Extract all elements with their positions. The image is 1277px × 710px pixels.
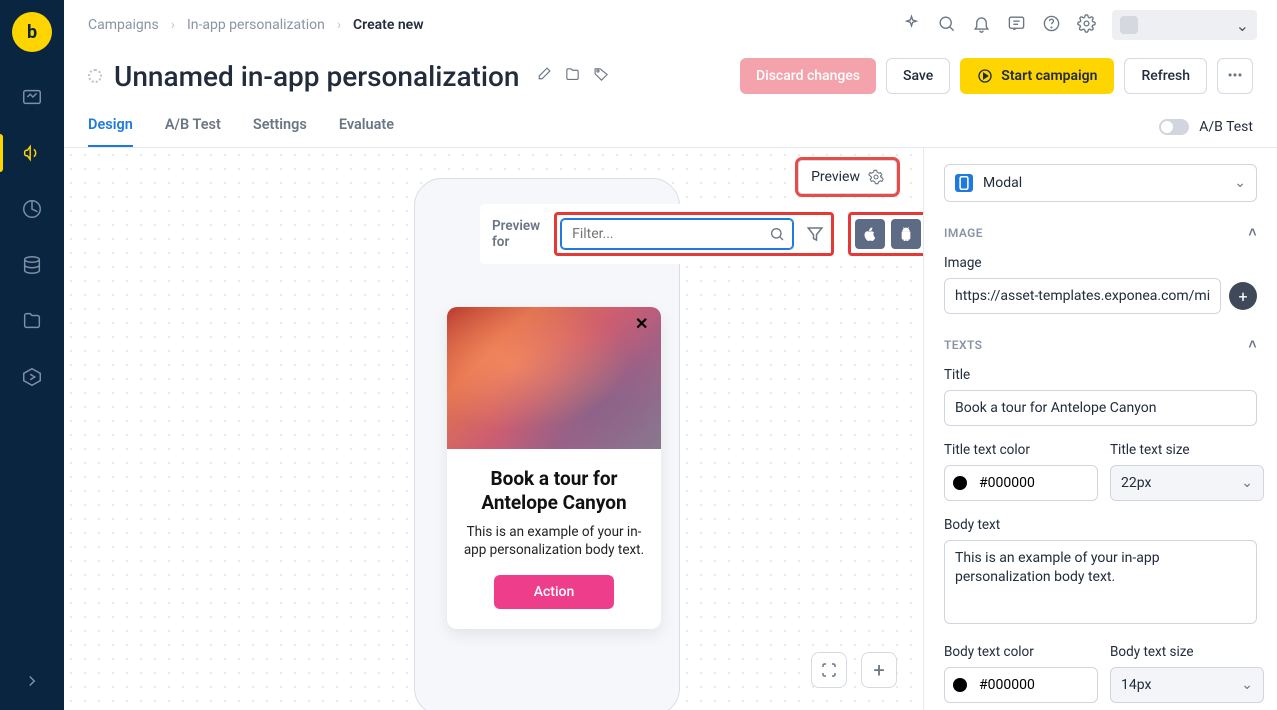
chevron-up-icon: ˄	[1248, 224, 1257, 241]
template-select-value: Modal	[983, 175, 1022, 191]
body-label: Body text	[944, 517, 1257, 533]
title-row: Unnamed in-app personalization Discard c…	[64, 50, 1277, 106]
tabs: Design A/B Test Settings Evaluate A/B Te…	[64, 106, 1277, 148]
tab-settings[interactable]: Settings	[253, 106, 307, 147]
title-input[interactable]	[944, 390, 1257, 426]
more-button[interactable]: •••	[1217, 58, 1253, 94]
save-button[interactable]: Save	[886, 58, 950, 94]
chevron-right-icon: ›	[337, 17, 341, 33]
body-color-input[interactable]: #000000	[944, 667, 1098, 703]
chat-icon[interactable]	[1007, 14, 1026, 37]
chevron-up-icon: ˄	[1248, 336, 1257, 353]
title-color-input[interactable]: #000000	[944, 465, 1098, 501]
help-icon[interactable]	[1042, 14, 1061, 37]
title-color-label: Title text color	[944, 442, 1098, 458]
filter-icon[interactable]	[803, 222, 827, 246]
color-swatch	[953, 678, 967, 692]
crumb-campaigns[interactable]: Campaigns	[88, 17, 159, 33]
body-size-label: Body text size	[1110, 644, 1264, 660]
avatar	[1120, 16, 1138, 34]
platform-android-button[interactable]	[891, 219, 921, 249]
modal-icon	[955, 174, 973, 192]
body-textarea[interactable]	[944, 540, 1257, 624]
nav-data[interactable]	[13, 246, 51, 284]
modal-title: Book a tour for Antelope Canyon	[463, 467, 645, 515]
title-size-label: Title text size	[1110, 442, 1264, 458]
start-label: Start campaign	[1001, 68, 1097, 84]
image-add-button[interactable]: +	[1229, 282, 1257, 310]
page-title: Unnamed in-app personalization	[114, 60, 519, 93]
abtest-toggle-label: A/B Test	[1199, 119, 1253, 135]
body-color-label: Body text color	[944, 644, 1098, 660]
tag-icon[interactable]	[593, 66, 610, 87]
crumb-current: Create new	[353, 17, 424, 33]
sparkle-icon[interactable]	[902, 14, 921, 37]
color-swatch	[953, 476, 967, 490]
body-size-select[interactable]: 14px ⌄	[1110, 667, 1264, 703]
topbar: Campaigns › In-app personalization › Cre…	[64, 0, 1277, 50]
app-logo: b	[12, 12, 52, 52]
nav-dashboards[interactable]	[13, 78, 51, 116]
canvas: Preview ✕ Book a tour for Antelope Canyo…	[64, 148, 923, 710]
gear-icon[interactable]	[1077, 14, 1096, 37]
status-indicator	[88, 69, 102, 83]
crumb-inapp[interactable]: In-app personalization	[187, 17, 325, 33]
filter-highlight-group	[554, 212, 834, 256]
section-texts-header[interactable]: TEXTS ˄	[944, 336, 1257, 353]
left-nav: b	[0, 0, 64, 710]
tab-design[interactable]: Design	[88, 106, 133, 147]
user-menu[interactable]: ⌄	[1112, 10, 1257, 40]
nav-analytics[interactable]	[13, 190, 51, 228]
breadcrumb: Campaigns › In-app personalization › Cre…	[88, 17, 424, 33]
modal-action-button[interactable]: Action	[494, 575, 615, 609]
nav-campaigns[interactable]	[13, 134, 51, 172]
chevron-down-icon: ⌄	[1241, 677, 1253, 693]
preview-for-label: Preview for	[492, 218, 540, 250]
search-icon[interactable]	[937, 14, 956, 37]
filter-input[interactable]	[561, 219, 793, 249]
discard-button[interactable]: Discard changes	[740, 58, 876, 94]
image-url-input[interactable]	[944, 278, 1221, 314]
platform-ios-button[interactable]	[855, 219, 885, 249]
chevron-right-icon: ›	[171, 17, 175, 33]
chevron-down-icon: ⌄	[1234, 175, 1246, 191]
search-icon	[769, 226, 785, 246]
chevron-down-icon: ⌄	[1241, 475, 1253, 491]
tab-abtest[interactable]: A/B Test	[165, 106, 221, 147]
preview-label: Preview	[811, 169, 860, 185]
code-view-button[interactable]	[811, 652, 847, 688]
close-icon[interactable]: ✕	[635, 317, 651, 333]
refresh-button[interactable]: Refresh	[1124, 58, 1207, 94]
chevron-down-icon: ⌄	[1236, 16, 1249, 35]
start-campaign-button[interactable]: Start campaign	[960, 58, 1114, 94]
platform-highlight-group	[848, 212, 923, 256]
modal-body-text: This is an example of your in-app person…	[463, 523, 645, 559]
tab-evaluate[interactable]: Evaluate	[339, 106, 394, 147]
title-label: Title	[944, 367, 1257, 383]
bell-icon[interactable]	[972, 14, 991, 37]
abtest-toggle[interactable]	[1159, 119, 1189, 135]
modal-image: ✕	[447, 307, 661, 449]
nav-assets[interactable]	[13, 302, 51, 340]
sidebar-expand[interactable]	[23, 672, 41, 694]
modal-preview: ✕ Book a tour for Antelope Canyon This i…	[447, 307, 661, 629]
image-label: Image	[944, 255, 1257, 271]
preview-filter-bar: Preview for	[480, 204, 923, 264]
title-size-select[interactable]: 22px ⌄	[1110, 465, 1264, 501]
preview-button[interactable]: Preview	[798, 160, 897, 194]
add-button[interactable]: +	[861, 652, 897, 688]
edit-icon[interactable]	[535, 66, 552, 87]
gear-icon	[868, 169, 884, 185]
template-select[interactable]: Modal ⌄	[944, 164, 1257, 202]
folder-icon[interactable]	[564, 66, 581, 87]
nav-pipelines[interactable]	[13, 358, 51, 396]
properties-panel: Modal ⌄ IMAGE ˄ Image + TEXTS ˄ Title Ti…	[923, 148, 1277, 710]
section-image-header[interactable]: IMAGE ˄	[944, 224, 1257, 241]
